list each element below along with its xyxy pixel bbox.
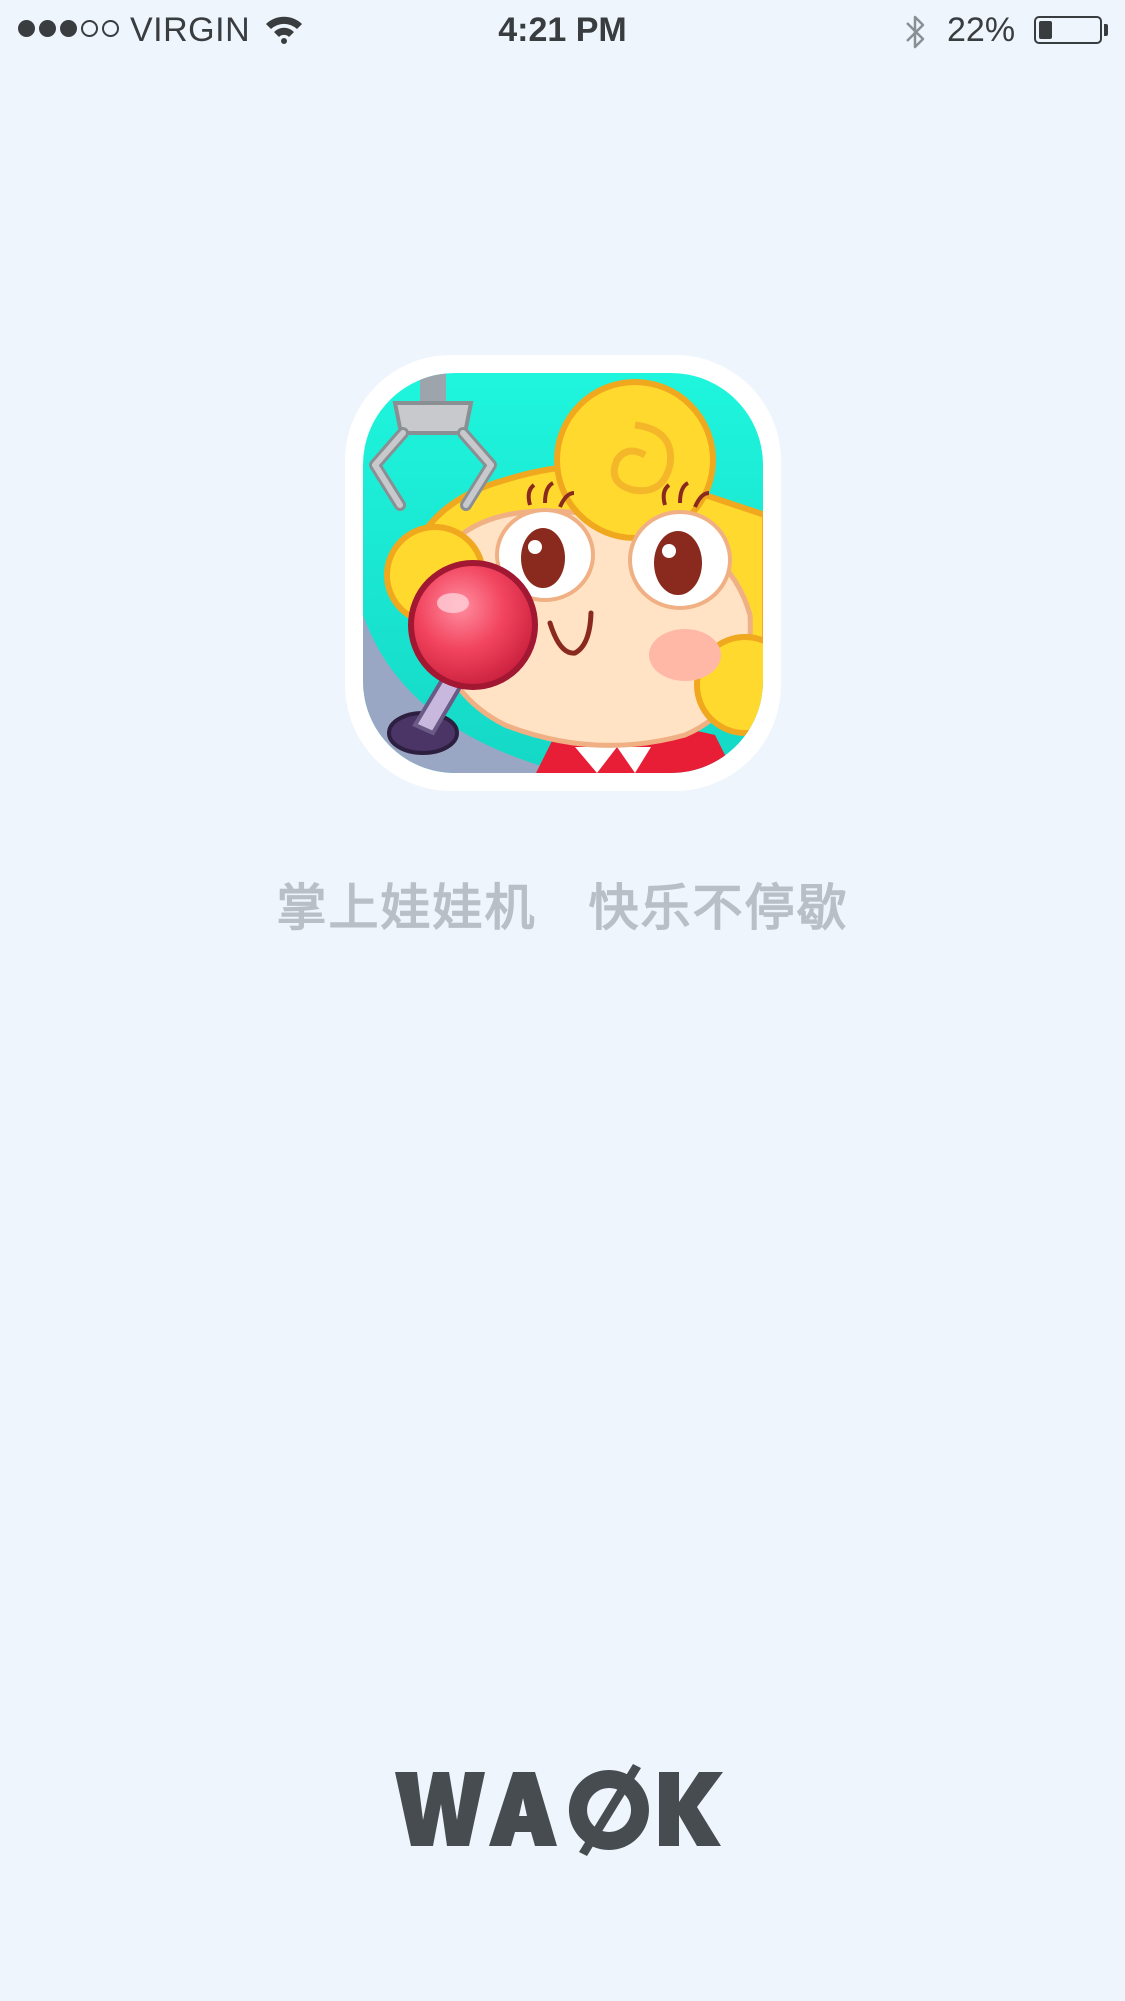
status-bar: VIRGIN 4:21 PM 22%: [0, 0, 1125, 62]
bluetooth-icon: [906, 15, 925, 49]
battery-icon: [1034, 16, 1102, 44]
battery-tip: [1104, 24, 1108, 36]
app-slogan: 掌上娃娃机 快乐不停歇: [0, 868, 1125, 940]
slogan-part-1: 掌上娃娃机: [276, 879, 537, 937]
splash-screen: VIRGIN 4:21 PM 22% 掌上娃娃机 快乐不停歇: [0, 0, 1125, 2001]
app-logo-icon: [345, 355, 781, 791]
brand-logo: [395, 1764, 725, 1856]
battery-percentage: 22%: [947, 11, 1016, 49]
slogan-part-2: 快乐不停歇: [588, 879, 849, 937]
battery-level-fill: [1039, 21, 1052, 39]
